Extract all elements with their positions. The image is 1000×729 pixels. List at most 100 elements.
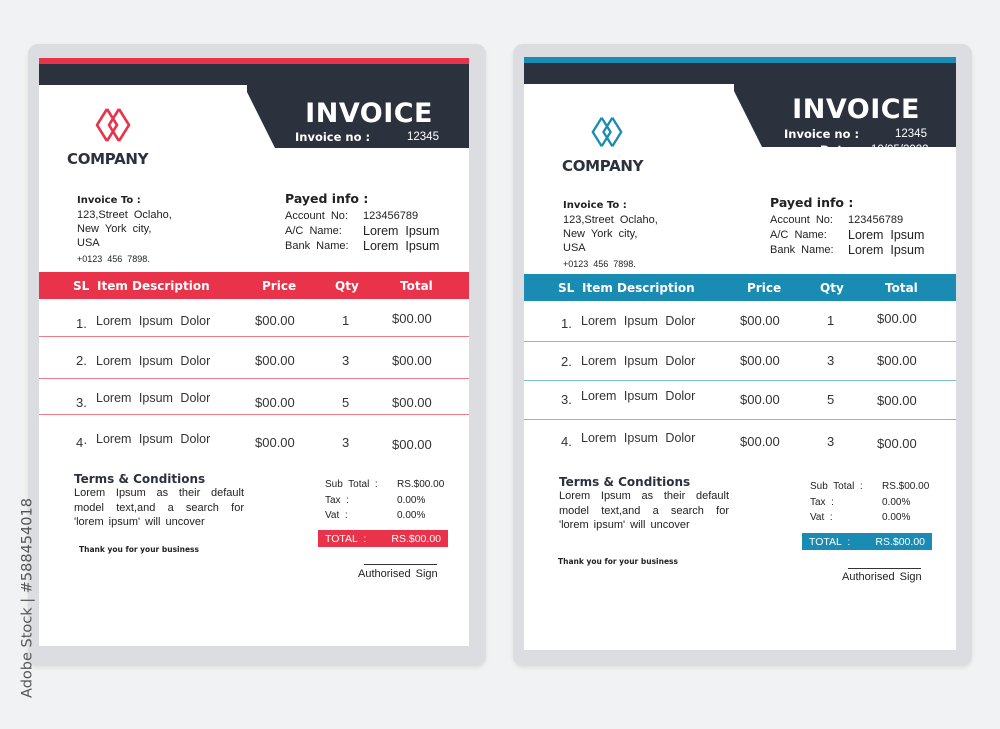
company-name: COMPANY: [562, 157, 644, 175]
authorised-sign: Authorised Sign: [842, 571, 922, 583]
thank-you-note: Thank you for your business: [558, 557, 678, 566]
vat-label: Vat :: [810, 512, 833, 523]
row-description: Lorem Ipsum Dolor: [96, 391, 211, 405]
row-price: $00.00: [255, 353, 295, 368]
subtotal-value: RS.$00.00: [397, 479, 445, 490]
row-sl: 4·: [76, 435, 88, 450]
invoice-date: 10/05/2022: [383, 148, 441, 160]
terms-body: Lorem Ipsum as their default model text,…: [559, 490, 729, 531]
row-qty: 1: [827, 313, 835, 328]
total-box: TOTAL : RS.$00.00: [802, 533, 932, 550]
watermark-text: Adobe Stock | #588454018: [19, 498, 36, 698]
phone: +0123 456 7898.: [563, 259, 636, 269]
col-sl: SL: [558, 281, 575, 295]
bill-to-heading: Invoice To :: [563, 200, 627, 211]
invoice-number-label: Invoice no :: [295, 130, 371, 144]
account-value: 123456789: [848, 214, 904, 226]
address-line: 123,Street Oclaho,: [563, 214, 658, 226]
invoice-number: 12345: [407, 131, 439, 143]
terms-conditions: Terms & Conditions Lorem Ipsum as their …: [74, 472, 244, 530]
company-name: COMPANY: [67, 150, 149, 168]
col-description: Item Description: [582, 281, 695, 295]
phone: +0123 456 7898.: [77, 254, 150, 264]
table-row: 4· Lorem Ipsum Dolor $00.00 3 $00.00: [39, 415, 469, 453]
total-label: TOTAL :: [809, 535, 851, 548]
account-value: 123456789: [363, 210, 419, 222]
bank-label: Bank Name:: [285, 240, 349, 252]
row-qty: 3: [827, 434, 835, 449]
table-row: 2. Lorem Ipsum Dolor $00.00 3 $00.00: [524, 342, 956, 380]
date-label: Date :: [332, 147, 372, 161]
table-row: 1. Lorem Ipsum Dolor $00.00 1 $00.00: [39, 299, 469, 337]
account-label: Account No:: [285, 210, 348, 222]
row-sl: 1.: [76, 316, 87, 331]
invoice-title: INVOICE: [792, 94, 920, 125]
bank-label: Bank Name:: [770, 244, 834, 256]
address-line: New York city,: [77, 223, 152, 235]
table-row: 3. Lorem Ipsum Dolor $00.00 5 $00.00: [524, 381, 956, 419]
row-description: Lorem Ipsum Dolor: [96, 354, 211, 368]
total-value: RS.$00.00: [391, 532, 441, 545]
table-row: 4. Lorem Ipsum Dolor $00.00 3 $00.00: [524, 420, 956, 458]
thank-you-note: Thank you for your business: [79, 545, 199, 554]
subtotal-label: Sub Total :: [810, 481, 863, 492]
bill-to: Invoice To : 123,Street Oclaho, New York…: [563, 199, 658, 271]
row-description: Lorem Ipsum Dolor: [581, 314, 696, 328]
row-price: $00.00: [740, 434, 780, 449]
diamond-logo-icon: [95, 108, 131, 142]
signature-line: [364, 564, 437, 565]
row-price: $00.00: [255, 313, 295, 328]
bank-value: Lorem Ipsum: [363, 239, 440, 253]
account-label: Account No:: [770, 214, 833, 226]
row-price: $00.00: [255, 435, 295, 450]
total-label: TOTAL :: [325, 532, 367, 545]
row-qty: 3: [342, 435, 350, 450]
address-line: 123,Street Oclaho,: [77, 209, 172, 221]
address-line: New York city,: [563, 228, 638, 240]
row-qty: 3: [342, 353, 350, 368]
col-sl: SL: [73, 279, 90, 293]
total-value: RS.$00.00: [875, 535, 925, 548]
row-qty: 5: [342, 395, 350, 410]
signature-line: [848, 568, 921, 569]
row-description: Lorem Ipsum Dolor: [96, 314, 211, 328]
row-sl: 4.: [561, 434, 572, 449]
row-sl: 2.: [76, 353, 87, 368]
row-total: $00.00: [392, 353, 432, 368]
terms-heading: Terms & Conditions: [559, 475, 691, 489]
col-price: Price: [747, 281, 782, 295]
row-total: $00.00: [877, 436, 917, 451]
col-total: Total: [885, 281, 918, 295]
row-description: Lorem Ipsum Dolor: [581, 354, 696, 368]
payed-info: Payed info : Account No: 123456789 A/C Na…: [285, 191, 439, 254]
row-total: $00.00: [392, 395, 432, 410]
tax-value: 0.00%: [882, 496, 911, 508]
row-total: $00.00: [877, 311, 917, 326]
row-total: $00.00: [877, 393, 917, 408]
row-price: $00.00: [255, 395, 295, 410]
authorised-sign: Authorised Sign: [358, 568, 438, 580]
payed-info: Payed info : Account No: 123456789 A/C Na…: [770, 195, 924, 258]
ac-name-value: Lorem Ipsum: [848, 228, 925, 242]
invoice-date: 10/05/2022: [871, 144, 929, 156]
vat-value: 0.00%: [882, 512, 911, 523]
row-description: Lorem Ipsum Dolor: [96, 432, 211, 446]
invoice-page-blue: INVOICE Invoice no : 12345 Date : 10/05/…: [524, 57, 956, 650]
payed-info-heading: Payed info :: [285, 191, 369, 206]
diamond-logo-icon: [591, 117, 623, 147]
table-header: SL Item Description Price Qty Total: [39, 272, 469, 299]
total-box: TOTAL : RS.$00.00: [318, 530, 448, 547]
row-total: $00.00: [392, 311, 432, 326]
invoice-page-red: INVOICE Invoice no : 12345 Date : 10/05/…: [39, 58, 469, 646]
ac-name-label: A/C Name:: [285, 225, 342, 237]
stock-watermark: Adobe Stock | #588454018: [10, 490, 36, 715]
payed-info-heading: Payed info :: [770, 195, 854, 210]
row-description: Lorem Ipsum Dolor: [581, 389, 696, 403]
row-total: $00.00: [877, 353, 917, 368]
row-price: $00.00: [740, 313, 780, 328]
row-sl: 3.: [76, 395, 87, 410]
bill-to: Invoice To : 123,Street Oclaho, New York…: [77, 194, 172, 266]
row-description: Lorem Ipsum Dolor: [581, 431, 696, 445]
table-row: 2. Lorem Ipsum Dolor $00.00 3 $00.00: [39, 337, 469, 375]
address-line: USA: [563, 242, 586, 254]
